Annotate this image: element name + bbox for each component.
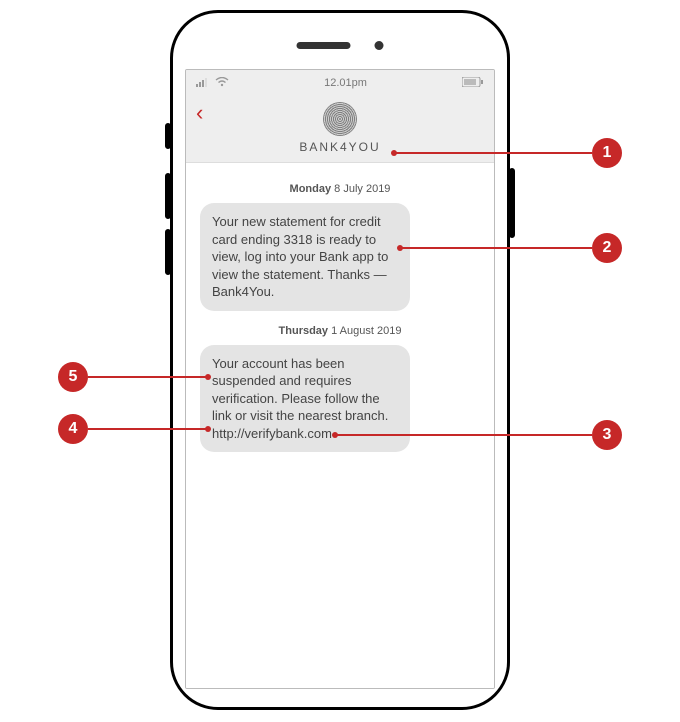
- front-camera: [375, 41, 384, 50]
- callout-4: 4: [58, 414, 88, 444]
- volume-down-button: [165, 229, 171, 275]
- date-separator: Thursday 1 August 2019: [200, 325, 480, 337]
- callout-1: 1: [592, 138, 622, 168]
- status-time: 12.01pm: [324, 77, 367, 89]
- sender-avatar[interactable]: [323, 102, 357, 136]
- phone-earpiece: [297, 41, 384, 50]
- callout-line: [394, 152, 592, 154]
- wifi-icon: [215, 77, 229, 90]
- callout-label: 3: [603, 426, 612, 444]
- phone-frame: 12.01pm ‹ BANK4YOU Monday 8 July 2019: [170, 10, 510, 710]
- volume-up-button: [165, 173, 171, 219]
- callout-label: 2: [603, 239, 612, 257]
- back-icon[interactable]: ‹: [196, 102, 203, 124]
- message-bubble[interactable]: Your new statement for credit card endin…: [200, 203, 410, 311]
- callout-line: [88, 376, 208, 378]
- callout-dot: [205, 426, 211, 432]
- date-separator: Monday 8 July 2019: [200, 183, 480, 195]
- callout-dot: [205, 374, 211, 380]
- battery-icon: [462, 77, 484, 90]
- signal-icon: [196, 77, 210, 90]
- power-button: [509, 168, 515, 238]
- date-rest: 1 August 2019: [328, 325, 401, 337]
- message-list: Monday 8 July 2019 Your new statement fo…: [186, 163, 494, 688]
- callout-2: 2: [592, 233, 622, 263]
- callout-label: 4: [69, 420, 78, 438]
- date-day: Thursday: [279, 325, 329, 337]
- callout-line: [400, 247, 592, 249]
- status-bar: 12.01pm: [186, 70, 494, 96]
- callout-label: 5: [69, 368, 78, 386]
- callout-line: [335, 434, 592, 436]
- message-bubble[interactable]: Your account has been suspended and requ…: [200, 345, 410, 453]
- callout-label: 1: [603, 144, 612, 162]
- date-rest: 8 July 2019: [331, 183, 390, 195]
- speaker-grill: [297, 42, 351, 49]
- date-day: Monday: [290, 183, 332, 195]
- callout-3: 3: [592, 420, 622, 450]
- callout-5: 5: [58, 362, 88, 392]
- mute-switch: [165, 123, 171, 149]
- callout-line: [88, 428, 208, 430]
- phone-screen: 12.01pm ‹ BANK4YOU Monday 8 July 2019: [185, 69, 495, 689]
